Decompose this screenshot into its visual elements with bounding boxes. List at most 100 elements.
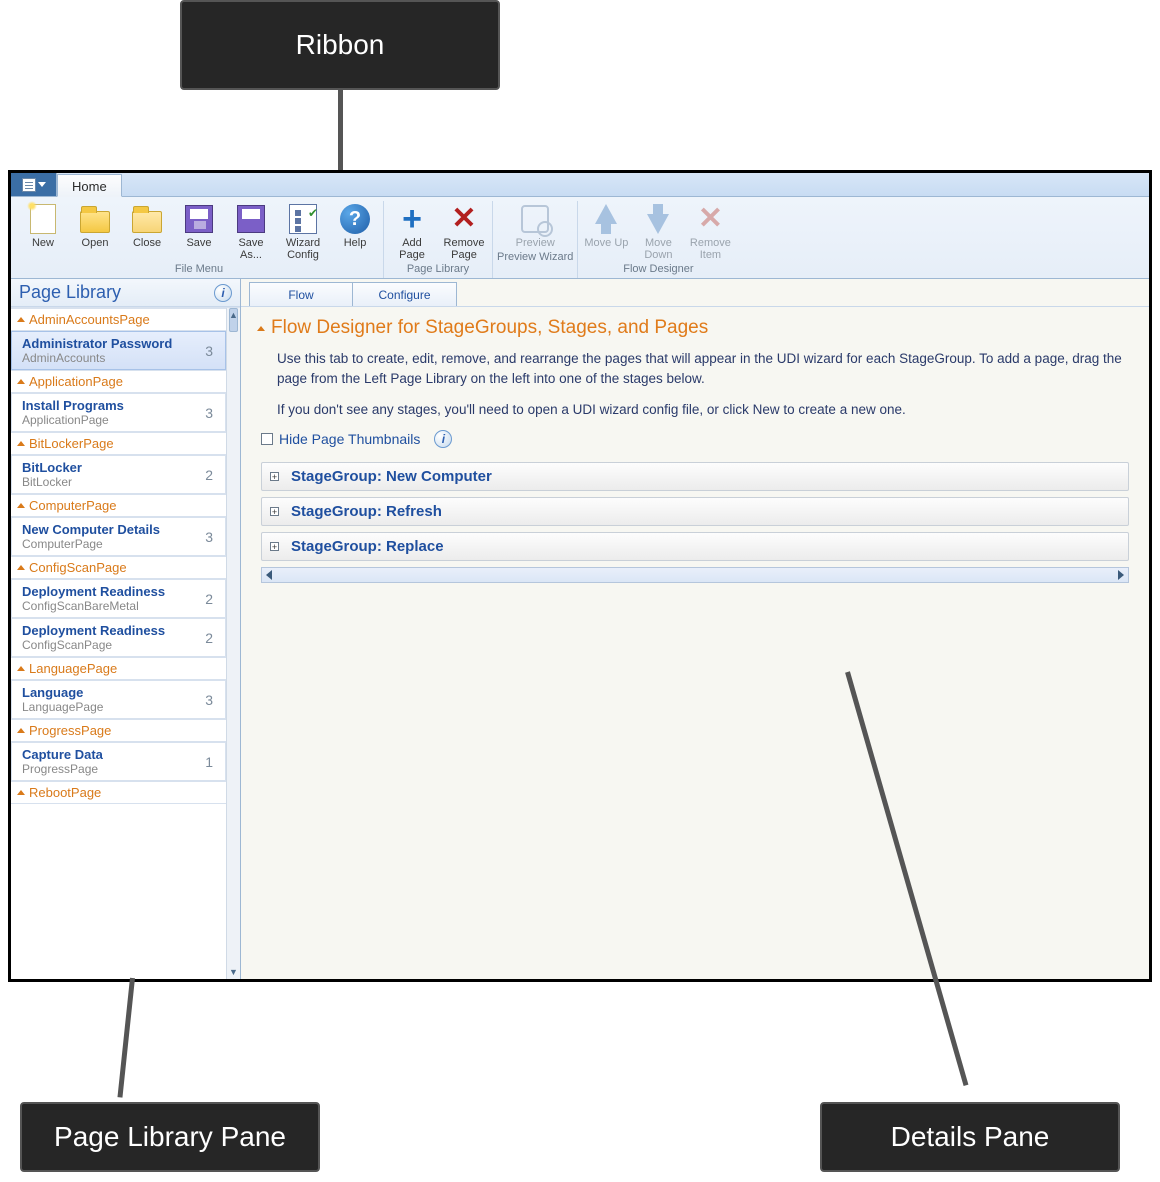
library-item-count: 3 bbox=[205, 529, 217, 545]
ribbon-group-file-menu: New Open Close Save Save As... bbox=[15, 201, 384, 278]
add-page-button[interactable]: + Add Page bbox=[388, 201, 436, 261]
new-button[interactable]: New bbox=[19, 201, 67, 261]
ribbon-group-flow-designer-label: Flow Designer bbox=[623, 261, 693, 278]
library-item-subtitle: LanguagePage bbox=[22, 700, 103, 714]
library-item[interactable]: LanguageLanguagePage 3 bbox=[11, 680, 226, 719]
chevron-up-icon bbox=[17, 666, 25, 671]
stage-group-label: StageGroup: Refresh bbox=[291, 503, 442, 520]
system-menu-button[interactable] bbox=[11, 173, 57, 196]
hide-thumbnails-checkbox[interactable] bbox=[261, 433, 273, 445]
info-icon[interactable]: i bbox=[434, 430, 452, 448]
wizard-config-button[interactable]: Wizard Config bbox=[279, 201, 327, 261]
library-item-subtitle: ApplicationPage bbox=[22, 413, 124, 427]
chevron-up-icon bbox=[17, 790, 25, 795]
library-item-count: 1 bbox=[205, 754, 217, 770]
add-page-icon: + bbox=[396, 203, 428, 235]
callout-ribbon: Ribbon bbox=[180, 0, 500, 90]
library-group-name: LanguagePage bbox=[29, 661, 117, 676]
horizontal-scrollbar[interactable] bbox=[261, 567, 1129, 583]
stage-group-row[interactable]: + StageGroup: New Computer bbox=[261, 462, 1129, 491]
expand-icon[interactable]: + bbox=[270, 472, 279, 481]
library-item-title: Language bbox=[22, 685, 103, 700]
expand-icon[interactable]: + bbox=[270, 542, 279, 551]
stage-group-label: StageGroup: New Computer bbox=[291, 468, 492, 485]
library-group-name: ConfigScanPage bbox=[29, 560, 127, 575]
save-button[interactable]: Save bbox=[175, 201, 223, 261]
library-item-title: Deployment Readiness bbox=[22, 584, 165, 599]
library-group-name: ApplicationPage bbox=[29, 374, 123, 389]
library-group-header[interactable]: RebootPage bbox=[11, 781, 226, 804]
ribbon-group-file-menu-label: File Menu bbox=[175, 261, 223, 278]
remove-page-label: Remove Page bbox=[440, 237, 488, 261]
library-item-subtitle: ConfigScanBareMetal bbox=[22, 599, 165, 613]
help-icon: ? bbox=[339, 203, 371, 235]
stage-group-row[interactable]: + StageGroup: Refresh bbox=[261, 497, 1129, 526]
move-up-button[interactable]: Move Up bbox=[582, 201, 630, 261]
library-group-header[interactable]: AdminAccountsPage bbox=[11, 308, 226, 331]
library-group-header[interactable]: ConfigScanPage bbox=[11, 556, 226, 579]
scroll-down-icon[interactable]: ▼ bbox=[227, 965, 240, 979]
ribbon-group-flow-designer: Move Up Move Down ✕ Remove Item Flow Des… bbox=[578, 201, 738, 278]
library-group-name: ProgressPage bbox=[29, 723, 111, 738]
dropdown-caret-icon bbox=[38, 182, 46, 187]
close-button[interactable]: Close bbox=[123, 201, 171, 261]
library-group-header[interactable]: ApplicationPage bbox=[11, 370, 226, 393]
open-folder-icon bbox=[79, 203, 111, 235]
tab-home[interactable]: Home bbox=[57, 174, 122, 197]
library-group-header[interactable]: ComputerPage bbox=[11, 494, 226, 517]
callout-details-label: Details Pane bbox=[891, 1121, 1050, 1153]
document-icon bbox=[22, 178, 36, 192]
open-button[interactable]: Open bbox=[71, 201, 119, 261]
library-group-header[interactable]: ProgressPage bbox=[11, 719, 226, 742]
library-group-header[interactable]: LanguagePage bbox=[11, 657, 226, 680]
library-item[interactable]: Capture DataProgressPage1 bbox=[11, 742, 226, 781]
library-item-count: 2 bbox=[205, 591, 217, 607]
new-label: New bbox=[32, 237, 54, 249]
move-down-button[interactable]: Move Down bbox=[634, 201, 682, 261]
library-item[interactable]: Deployment ReadinessConfigScanBareMetal 2 bbox=[11, 579, 226, 618]
library-item-title: Administrator Password bbox=[22, 336, 172, 351]
help-button[interactable]: ? Help bbox=[331, 201, 379, 261]
library-group-name: ComputerPage bbox=[29, 498, 116, 513]
chevron-up-icon bbox=[17, 503, 25, 508]
library-item[interactable]: Install ProgramsApplicationPage3 bbox=[11, 393, 226, 432]
remove-page-button[interactable]: ✕ Remove Page bbox=[440, 201, 488, 261]
hide-thumbnails-label: Hide Page Thumbnails bbox=[279, 431, 420, 447]
close-label: Close bbox=[133, 237, 161, 249]
library-item-title: Capture Data bbox=[22, 747, 103, 762]
stage-group-row[interactable]: +StageGroup: Replace bbox=[261, 532, 1129, 561]
library-group-name: AdminAccountsPage bbox=[29, 312, 150, 327]
scroll-up-icon[interactable]: ▲ bbox=[227, 308, 240, 322]
library-item-subtitle: ConfigScanPage bbox=[22, 638, 165, 652]
info-icon[interactable]: i bbox=[214, 284, 232, 302]
ribbon-group-page-library: + Add Page ✕ Remove Page Page Library bbox=[384, 201, 493, 278]
library-item-count: 3 bbox=[205, 692, 217, 708]
library-item-title: Install Programs bbox=[22, 398, 124, 413]
expand-icon[interactable]: + bbox=[270, 507, 279, 516]
move-down-label: Move Down bbox=[634, 237, 682, 261]
tab-configure[interactable]: Configure bbox=[353, 282, 457, 306]
save-as-button[interactable]: Save As... bbox=[227, 201, 275, 261]
library-item[interactable]: Administrator PasswordAdminAccounts3 bbox=[11, 331, 226, 370]
flow-designer-paragraph-2: If you don't see any stages, you'll need… bbox=[277, 400, 1127, 420]
remove-item-button[interactable]: ✕ Remove Item bbox=[686, 201, 734, 261]
library-item[interactable]: New Computer DetailsComputerPage3 bbox=[11, 517, 226, 556]
library-item-count: 2 bbox=[205, 467, 217, 483]
library-group-header[interactable]: BitLockerPage bbox=[11, 432, 226, 455]
move-up-icon bbox=[590, 203, 622, 235]
tab-flow[interactable]: Flow bbox=[249, 282, 353, 306]
preview-button[interactable]: Preview bbox=[511, 201, 559, 249]
save-as-label: Save As... bbox=[227, 237, 275, 261]
ribbon-group-page-library-label: Page Library bbox=[407, 261, 469, 278]
library-item-count: 2 bbox=[205, 630, 217, 646]
ribbon: New Open Close Save Save As... bbox=[11, 197, 1149, 279]
page-library-scrollbar[interactable]: ▲ ▼ bbox=[226, 308, 240, 979]
library-item[interactable]: Deployment ReadinessConfigScanPage2 bbox=[11, 618, 226, 657]
tab-home-label: Home bbox=[72, 179, 107, 194]
remove-item-icon: ✕ bbox=[694, 203, 726, 235]
library-item-subtitle: ComputerPage bbox=[22, 537, 160, 551]
library-item[interactable]: BitLockerBitLocker2 bbox=[11, 455, 226, 494]
page-library-title: Page Library bbox=[19, 282, 121, 303]
chevron-up-icon bbox=[17, 317, 25, 322]
chevron-up-icon bbox=[17, 728, 25, 733]
